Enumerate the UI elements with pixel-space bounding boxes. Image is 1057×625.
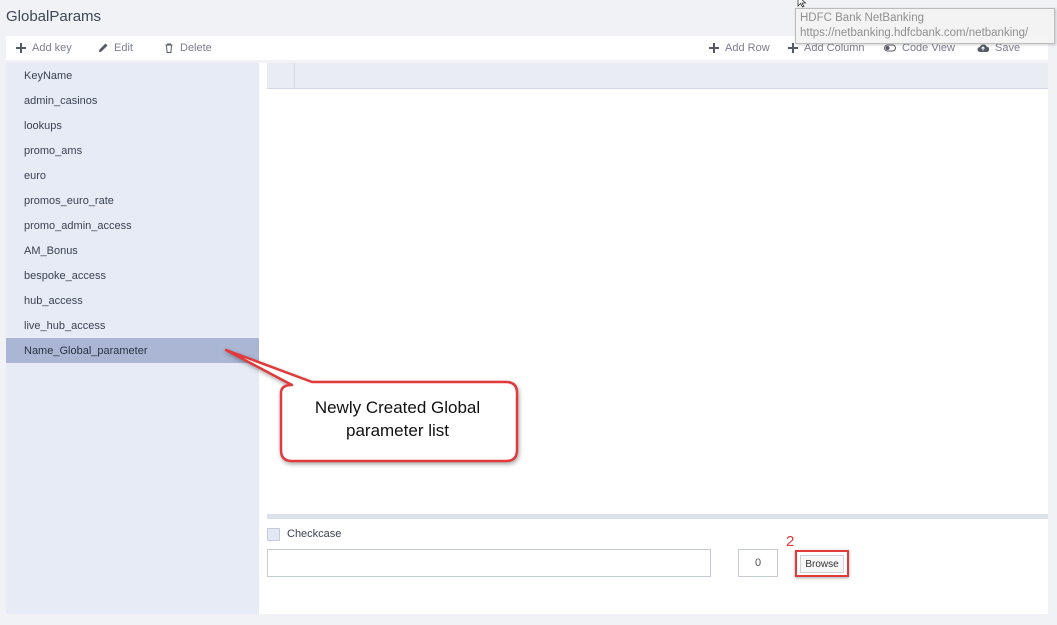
delete-label: Delete xyxy=(180,42,212,54)
plus-icon xyxy=(709,43,719,53)
trash-icon xyxy=(165,43,173,53)
plus-icon xyxy=(788,43,798,53)
tooltip-title: HDFC Bank NetBanking xyxy=(800,12,924,24)
plus-icon xyxy=(16,43,26,53)
key-item-promo-admin-access[interactable]: promo_admin_access xyxy=(6,213,259,238)
callout-text: Newly Created Global parameter list xyxy=(280,396,515,442)
key-item-euro[interactable]: euro xyxy=(6,163,259,188)
callout-line-2: parameter list xyxy=(346,421,449,440)
checkcase-checkbox[interactable] xyxy=(267,528,280,541)
add-key-button[interactable]: Add key xyxy=(16,36,72,60)
link-tooltip: HDFC Bank NetBanking https://netbanking.… xyxy=(795,8,1055,44)
cloud-upload-icon xyxy=(977,44,989,53)
key-list-header: KeyName xyxy=(24,69,73,82)
page-title: GlobalParams xyxy=(6,8,102,25)
key-item-promos-euro-rate[interactable]: promos_euro_rate xyxy=(6,188,259,213)
count-field[interactable]: 0 xyxy=(738,549,778,577)
key-item-bespoke-access[interactable]: bespoke_access xyxy=(6,263,259,288)
horizontal-scrollbar[interactable] xyxy=(267,514,1048,519)
add-row-label: Add Row xyxy=(725,42,770,54)
add-row-button[interactable]: Add Row xyxy=(709,36,770,60)
grid-corner-cell xyxy=(267,63,295,89)
params-grid-panel: Checkcase 0 2 Browse xyxy=(259,63,1048,614)
browse-button[interactable]: Browse xyxy=(800,555,844,573)
key-item-admin-casinos[interactable]: admin_casinos xyxy=(6,88,259,113)
checkcase-label: Checkcase xyxy=(287,528,342,540)
add-key-label: Add key xyxy=(32,42,72,54)
key-item-promo-ams[interactable]: promo_ams xyxy=(6,138,259,163)
delete-button[interactable]: Delete xyxy=(164,36,212,60)
key-item-live-hub-access[interactable]: live_hub_access xyxy=(6,313,259,338)
key-item-lookups[interactable]: lookups xyxy=(6,113,259,138)
tooltip-url: https://netbanking.hdfcbank.com/netbanki… xyxy=(800,27,1029,39)
edit-button[interactable]: Edit xyxy=(98,36,133,60)
key-item-am-bonus[interactable]: AM_Bonus xyxy=(6,238,259,263)
mouse-pointer-icon xyxy=(797,0,807,8)
callout-line-1: Newly Created Global xyxy=(314,398,481,417)
key-list-sidebar: KeyName admin_casinos lookups promo_ams … xyxy=(6,63,259,614)
edit-label: Edit xyxy=(114,42,133,54)
key-item-hub-access[interactable]: hub_access xyxy=(6,288,259,313)
grid-header xyxy=(267,63,1048,89)
pencil-icon xyxy=(98,43,108,53)
step-number-annotation: 2 xyxy=(786,533,795,550)
file-path-input[interactable] xyxy=(267,549,711,577)
annotation-callout: Newly Created Global parameter list xyxy=(220,340,525,470)
toggle-icon xyxy=(884,44,896,52)
